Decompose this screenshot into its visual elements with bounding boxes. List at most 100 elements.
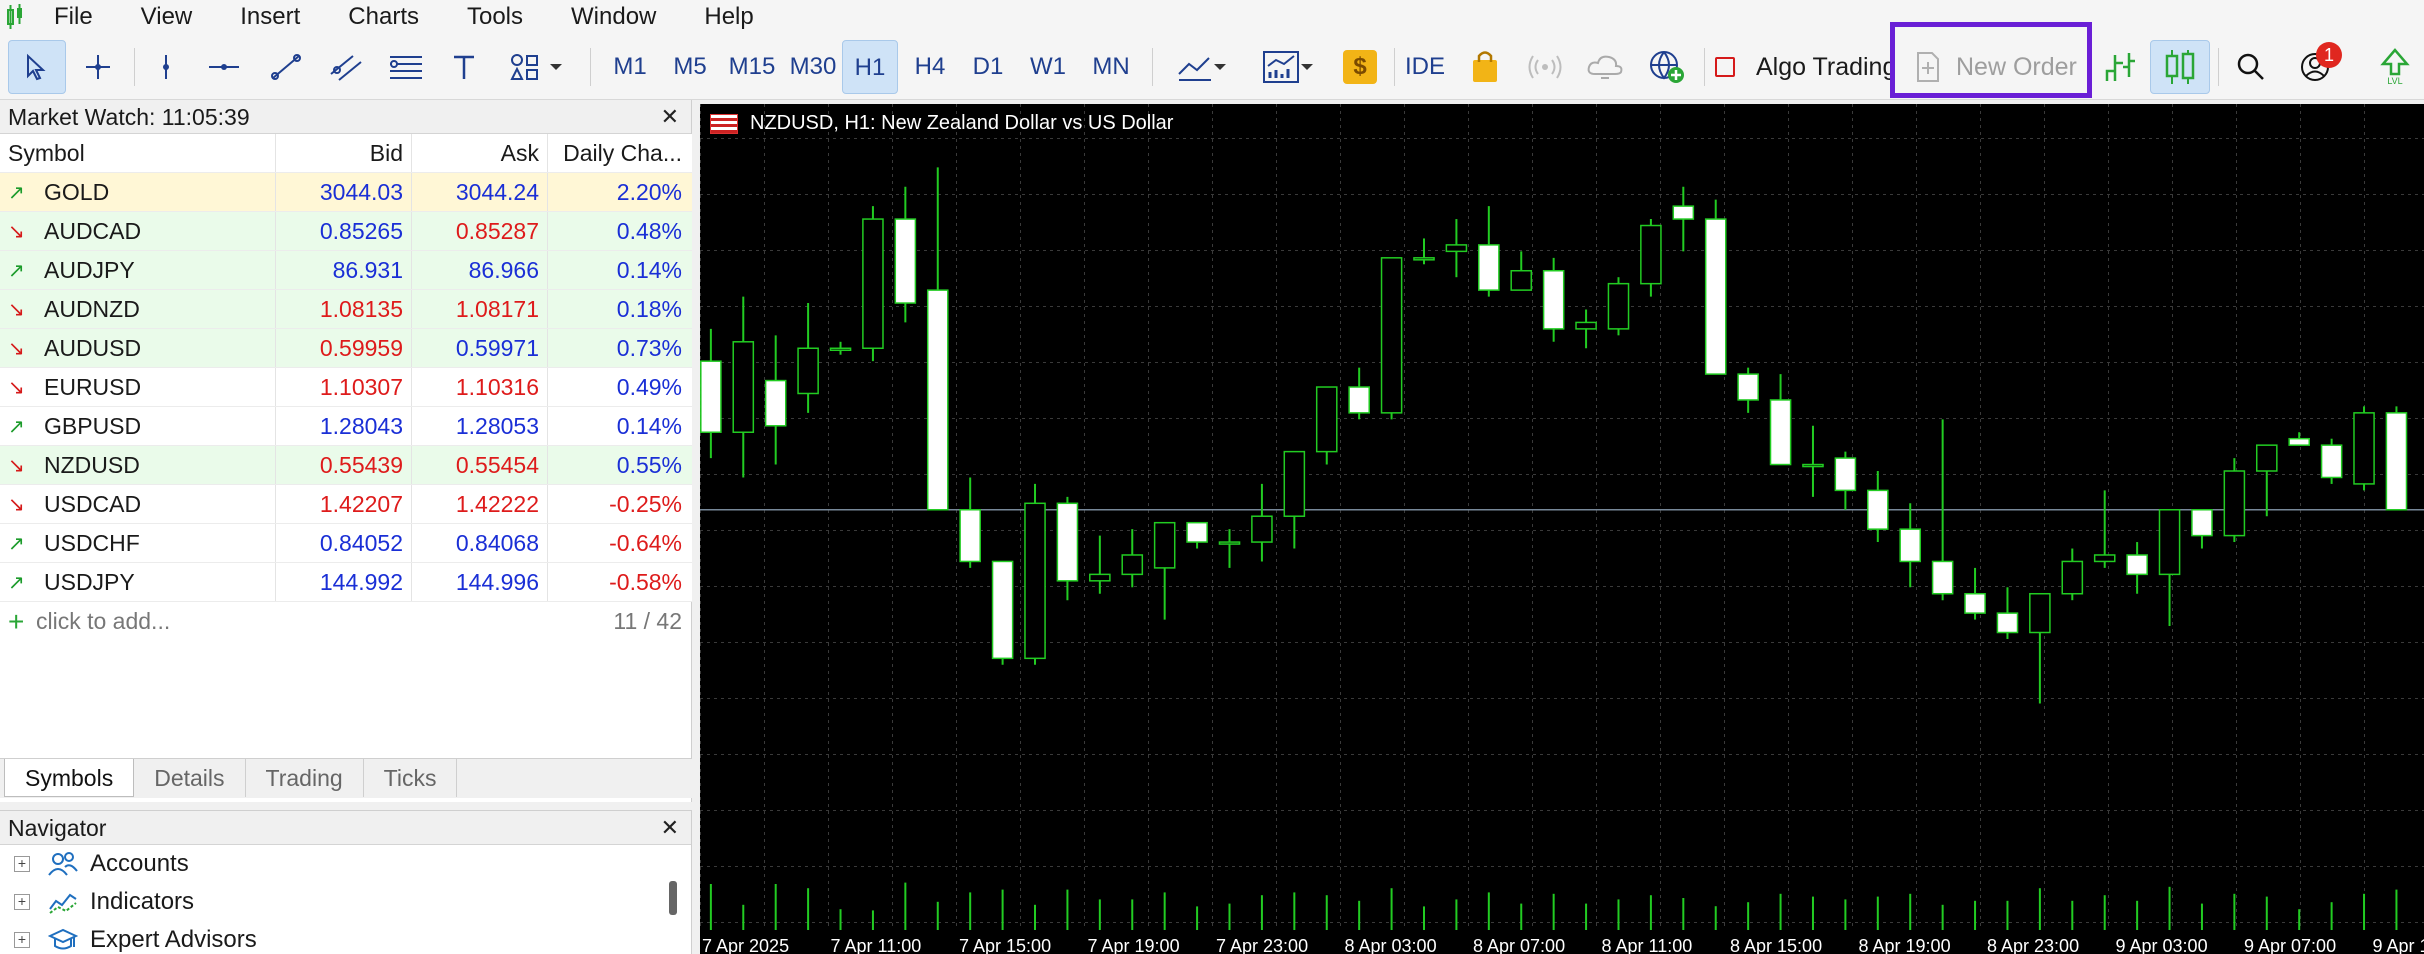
- candle[interactable]: [1315, 386, 1338, 465]
- candle[interactable]: [991, 560, 1014, 665]
- horizontal-line-tool-button[interactable]: [198, 40, 250, 94]
- candle[interactable]: [894, 186, 917, 323]
- expand-icon[interactable]: +: [14, 856, 30, 872]
- candle[interactable]: [2255, 444, 2278, 517]
- table-row[interactable]: ↘ AUDUSD 0.59959 0.59971 0.73%: [0, 329, 692, 368]
- candle[interactable]: [1867, 471, 1889, 543]
- candle[interactable]: [1024, 483, 1046, 665]
- table-row[interactable]: ↘ AUDNZD 1.08135 1.08171 0.18%: [0, 290, 692, 329]
- candle[interactable]: [1542, 257, 1565, 342]
- table-row[interactable]: ↘ NZDUSD 0.55439 0.55454 0.55%: [0, 446, 692, 485]
- candle[interactable]: [1769, 374, 1792, 466]
- column-header-symbol[interactable]: Symbol: [0, 134, 276, 172]
- timeframe-mn[interactable]: MN: [1080, 40, 1142, 94]
- candle[interactable]: [2061, 548, 2084, 601]
- account-notifications-button[interactable]: 1: [2286, 40, 2348, 94]
- table-row[interactable]: ↗ AUDJPY 86.931 86.966 0.14%: [0, 251, 692, 290]
- candle[interactable]: [1899, 503, 1922, 588]
- candlestick-chart[interactable]: 7 Apr 2025 7 Apr 11:00 7 Apr 15:00 7 Apr 19…: [700, 104, 2424, 954]
- signals-button[interactable]: [1520, 40, 1570, 94]
- tab-symbols[interactable]: Symbols: [4, 759, 135, 797]
- close-icon[interactable]: ✕: [661, 100, 679, 134]
- candle[interactable]: [1251, 483, 1273, 562]
- timeframe-h1[interactable]: H1: [842, 40, 898, 94]
- candle[interactable]: [1413, 238, 1435, 265]
- menu-window[interactable]: Window: [547, 0, 680, 34]
- candle[interactable]: [1996, 587, 2019, 639]
- candle[interactable]: [829, 341, 852, 355]
- ide-button[interactable]: IDE: [1400, 40, 1450, 94]
- candle[interactable]: [1153, 521, 1176, 620]
- candle[interactable]: [732, 296, 755, 478]
- candle[interactable]: [1672, 186, 1695, 252]
- candle[interactable]: [2223, 458, 2246, 543]
- candle[interactable]: [862, 206, 884, 362]
- candle[interactable]: [1640, 219, 1662, 297]
- candlesticks-button[interactable]: [2150, 40, 2210, 94]
- vertical-line-tool-button[interactable]: [142, 40, 190, 94]
- table-row[interactable]: ↗ GBPUSD 1.28043 1.28053 0.14%: [0, 407, 692, 446]
- candle[interactable]: [1121, 529, 1144, 588]
- candle[interactable]: [1283, 450, 1306, 549]
- tab-ticks[interactable]: Ticks: [364, 759, 458, 797]
- candle[interactable]: [1348, 367, 1370, 420]
- equidistant-channel-tool-button[interactable]: [320, 40, 372, 94]
- candle[interactable]: [1607, 277, 1630, 336]
- column-header-ask[interactable]: Ask: [412, 134, 548, 172]
- candle[interactable]: [1704, 199, 1727, 375]
- tab-trading[interactable]: Trading: [246, 759, 364, 797]
- menu-charts[interactable]: Charts: [324, 0, 443, 34]
- column-header-daily-change[interactable]: Daily Cha...: [548, 134, 692, 172]
- add-symbol-row[interactable]: + click to add... 11 / 42: [0, 602, 692, 641]
- candle[interactable]: [2353, 406, 2375, 491]
- candle[interactable]: [2126, 542, 2148, 594]
- candle[interactable]: [2158, 509, 2181, 627]
- timeframe-m30[interactable]: M30: [784, 40, 842, 94]
- navigator-item-accounts[interactable]: + Accounts: [0, 845, 691, 883]
- vps-button[interactable]: [1580, 40, 1630, 94]
- fibonacci-tool-button[interactable]: [380, 40, 432, 94]
- candle[interactable]: [1510, 251, 1533, 291]
- candle[interactable]: [1186, 521, 1208, 549]
- candle[interactable]: [1380, 257, 1403, 420]
- chart-type-button[interactable]: [1164, 40, 1240, 94]
- candle[interactable]: [959, 477, 981, 568]
- candle[interactable]: [926, 167, 949, 511]
- menu-insert[interactable]: Insert: [216, 0, 324, 34]
- candle[interactable]: [1575, 309, 1597, 349]
- navigator-item-expert-advisors[interactable]: + Expert Advisors: [0, 921, 691, 954]
- candle[interactable]: [1089, 535, 1111, 594]
- menu-view[interactable]: View: [117, 0, 217, 34]
- candle[interactable]: [2191, 509, 2213, 549]
- candle[interactable]: [1737, 367, 1759, 413]
- menu-file[interactable]: File: [30, 0, 117, 34]
- timeframe-m5[interactable]: M5: [662, 40, 718, 94]
- table-row[interactable]: ↗ USDCHF 0.84052 0.84068 -0.64%: [0, 524, 692, 563]
- candle[interactable]: [2320, 438, 2343, 484]
- search-button[interactable]: [2226, 40, 2276, 94]
- level-up-button[interactable]: LVL: [2370, 40, 2420, 94]
- menu-help[interactable]: Help: [680, 0, 777, 34]
- candle[interactable]: [2029, 592, 2051, 704]
- candle[interactable]: [1802, 425, 1824, 497]
- candle[interactable]: [1834, 451, 1857, 510]
- indicators-button[interactable]: [1248, 40, 1328, 94]
- text-tool-button[interactable]: [442, 40, 486, 94]
- candle[interactable]: [1056, 496, 1079, 601]
- navigator-item-indicators[interactable]: + Indicators: [0, 883, 691, 921]
- candle[interactable]: [2385, 406, 2408, 511]
- timeframe-w1[interactable]: W1: [1020, 40, 1076, 94]
- market-button[interactable]: $: [1336, 40, 1384, 94]
- candle[interactable]: [764, 335, 787, 465]
- table-row[interactable]: ↘ USDCAD 1.42207 1.42222 -0.25%: [0, 485, 692, 524]
- menu-tools[interactable]: Tools: [443, 0, 547, 34]
- trendline-tool-button[interactable]: [260, 40, 312, 94]
- cursor-tool-button[interactable]: [8, 40, 66, 94]
- algo-trading-toggle[interactable]: [1712, 40, 1738, 94]
- candle[interactable]: [1478, 206, 1500, 297]
- candle[interactable]: [2288, 432, 2311, 446]
- price-chart[interactable]: 7 Apr 2025 7 Apr 11:00 7 Apr 15:00 7 Apr 19…: [700, 104, 2424, 954]
- crosshair-tool-button[interactable]: [72, 40, 124, 94]
- close-icon[interactable]: ✕: [661, 811, 679, 845]
- candle[interactable]: [1445, 219, 1468, 278]
